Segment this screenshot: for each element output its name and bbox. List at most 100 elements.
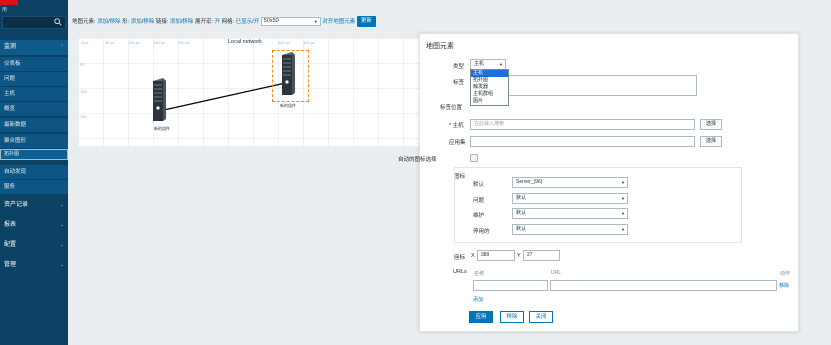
sidebar-group-administration[interactable]: 管理 ⌄ (0, 258, 68, 273)
sidebar-item-discovery[interactable]: 自动发现 (0, 165, 68, 180)
sidebar-item-label: 聚合图形 (4, 138, 27, 144)
type-dropdown-list[interactable]: 主机 拓扑图 触发器 主机群组 图片 (470, 69, 509, 106)
expand-macros-toggle[interactable]: 开 (215, 19, 221, 25)
sidebar-group-reports[interactable]: 报表 ⌄ (0, 218, 68, 233)
sidebar-item-overview[interactable]: 概览 (0, 102, 68, 117)
host-search-input[interactable]: 在此输入搜索 (470, 119, 695, 130)
url-column: URL (551, 270, 562, 276)
sidebar-item-label: 最新数据 (4, 122, 27, 128)
grid-size-select[interactable]: 50x50 ▼ (260, 17, 321, 27)
url-remove-link[interactable]: 移除 (779, 282, 789, 289)
update-button[interactable]: 更新 (356, 16, 376, 28)
type-label: 类型 (453, 64, 465, 70)
sidebar-item-label: 拓扑图 (4, 151, 20, 157)
icon-problem-select[interactable]: 默认 ▼ (512, 193, 628, 204)
chevron-down-icon: ⌄ (59, 242, 64, 248)
icon-default-label: 默认 (473, 182, 485, 188)
type-option[interactable]: 主机 (471, 70, 508, 77)
remove-link-link[interactable]: 移除 (182, 19, 193, 25)
host-label: * 主机 (449, 123, 464, 129)
sidebar-item-dashboard[interactable]: 仪表板 (0, 57, 68, 72)
auto-icon-checkbox[interactable] (470, 154, 478, 162)
brand-sub: 用 (2, 7, 8, 13)
sidebar-item-screens[interactable]: 聚合图形 (0, 134, 68, 149)
icon-disabled-label: 停用的 (473, 229, 490, 235)
y-coordinate-input[interactable]: 27 (523, 250, 560, 261)
add-element-link[interactable]: 添加 (97, 19, 108, 25)
map-toolbar: 地图元素: 添加/移除 形: 添加/移除 链接: 添加/移除 展开宏: 开 网格… (72, 16, 376, 28)
type-option[interactable]: 图片 (471, 98, 508, 105)
sidebar-group-label: 配置 (4, 242, 17, 248)
dropdown-arrow-icon: ▼ (621, 211, 625, 216)
remove-element-link[interactable]: 移除 (110, 19, 121, 25)
grid-on-toggle[interactable]: 开 (254, 19, 260, 25)
sidebar-group-label: 管理 (4, 262, 17, 268)
application-select-button[interactable]: 选择 (700, 136, 722, 147)
type-option[interactable]: 触发器 (471, 84, 508, 91)
sidebar-item-label: 服务 (4, 184, 16, 190)
sidebar-item-maps[interactable]: 拓扑图 (0, 149, 68, 160)
sidebar-item-services[interactable]: 服务 (0, 180, 68, 195)
icon-default-select[interactable]: Server_(96) ▼ (512, 177, 628, 188)
close-button[interactable]: 关闭 (529, 311, 553, 323)
sidebar: 用 监测 ⌃ 仪表板 问题 主机 概览 最新数据 聚合图形 拓扑图 自动发现 服… (0, 0, 68, 345)
type-option[interactable]: 主机群组 (471, 91, 508, 98)
align-elements-link[interactable]: 对齐地图元素 (322, 19, 355, 25)
type-value: 主机 (474, 61, 485, 67)
add-shape-link[interactable]: 添加 (131, 19, 142, 25)
sidebar-group-configuration[interactable]: 配置 ⌄ (0, 238, 68, 253)
sidebar-item-latest-data[interactable]: 最新数据 (0, 118, 68, 133)
urls-label: URLs (453, 269, 467, 275)
sidebar-item-label: 仪表板 (4, 61, 21, 67)
auto-icon-label: 自动的图标选择 (398, 157, 437, 163)
grid-size-value: 50x50 (263, 18, 279, 25)
host-select-button[interactable]: 选择 (700, 119, 722, 130)
chevron-up-icon: ⌃ (59, 44, 64, 50)
chevron-down-icon: ⌄ (59, 202, 64, 208)
label-textarea[interactable] (509, 75, 697, 96)
sidebar-group-inventory[interactable]: 资产记录 ⌄ (0, 198, 68, 213)
dropdown-arrow-icon: ▼ (499, 62, 503, 67)
type-option[interactable]: 拓扑图 (471, 77, 508, 84)
icon-maintenance-select[interactable]: 默认 ▼ (512, 208, 628, 219)
remove-shape-link[interactable]: 移除 (143, 19, 154, 25)
map-canvas[interactable]: Local network 0 px 50 px 100 px 150 px 2… (78, 38, 436, 146)
sidebar-search-input[interactable] (2, 16, 66, 29)
dropdown-arrow-icon: ▼ (621, 196, 625, 201)
icon-default-value: Server_(96) (516, 179, 543, 185)
url-add-link[interactable]: 添加 (473, 296, 483, 303)
x-label: X (471, 253, 475, 259)
sidebar-item-label: 问题 (4, 76, 16, 82)
brand-logo[interactable] (0, 0, 18, 5)
sidebar-group-label: 资产记录 (4, 202, 29, 208)
sidebar-group-label: 报表 (4, 222, 17, 228)
sidebar-item-label: 自动发现 (4, 169, 27, 175)
sidebar-item-label: 主机 (4, 91, 16, 97)
sidebar-item-problems[interactable]: 问题 (0, 72, 68, 87)
icon-maintenance-value: 默认 (516, 210, 527, 216)
y-label: Y (517, 253, 521, 259)
sidebar-group-monitoring[interactable]: 监测 ⌃ (0, 40, 68, 55)
apply-button[interactable]: 应用 (469, 311, 493, 323)
remove-button[interactable]: 移除 (500, 311, 524, 323)
expand-macros-label: 展开宏: (194, 19, 213, 25)
sidebar-item-hosts[interactable]: 主机 (0, 87, 68, 102)
dropdown-arrow-icon: ▼ (313, 19, 318, 25)
search-icon[interactable] (54, 18, 62, 26)
icon-problem-value: 默认 (516, 195, 527, 201)
url-name-column: 名称 (474, 271, 485, 277)
coordinates-label: 座标 (454, 255, 466, 261)
grid-shown-toggle[interactable]: 已显示 (236, 19, 253, 25)
add-link-link[interactable]: 添加 (170, 19, 181, 25)
url-input[interactable] (550, 280, 777, 291)
label-label: 标签 (453, 80, 465, 86)
sidebar-item-label: 概览 (4, 106, 16, 112)
chevron-down-icon: ⌄ (59, 222, 64, 228)
map-link-line[interactable] (78, 38, 436, 146)
x-coordinate-input[interactable]: 389 (477, 250, 515, 261)
server-icon[interactable] (279, 52, 297, 97)
url-name-input[interactable] (473, 280, 548, 291)
icon-disabled-select[interactable]: 默认 ▼ (512, 224, 628, 235)
application-input[interactable] (470, 136, 695, 147)
server-icon[interactable] (150, 78, 168, 123)
